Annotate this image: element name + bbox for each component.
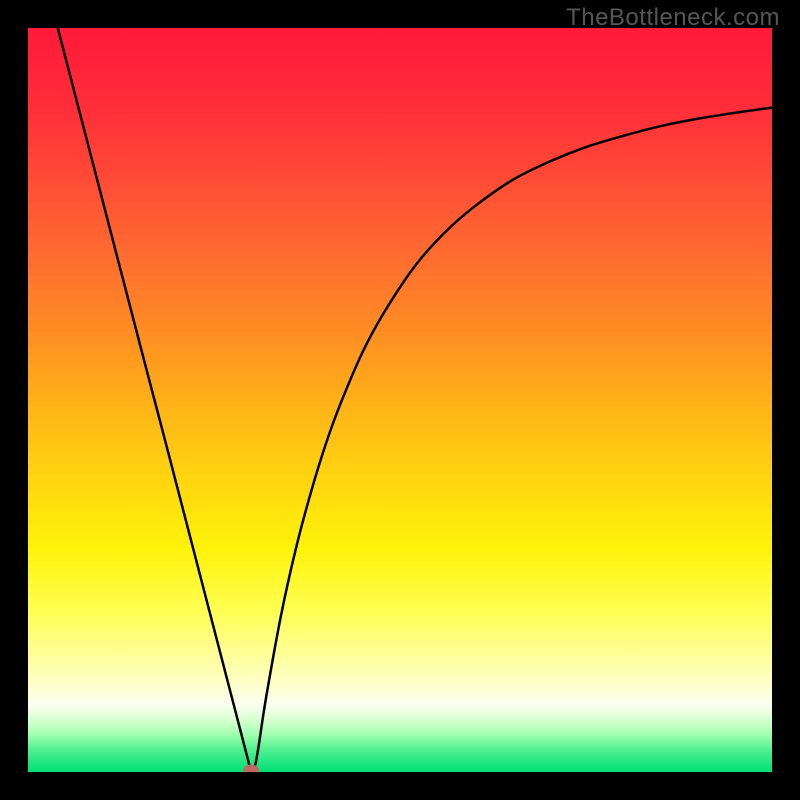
- watermark-text: TheBottleneck.com: [566, 4, 780, 32]
- chart-container: TheBottleneck.com: [0, 0, 800, 800]
- curve-layer: [28, 28, 772, 772]
- optimal-marker: [243, 765, 259, 772]
- plot-area: [28, 28, 772, 772]
- bottleneck-curve: [58, 28, 772, 771]
